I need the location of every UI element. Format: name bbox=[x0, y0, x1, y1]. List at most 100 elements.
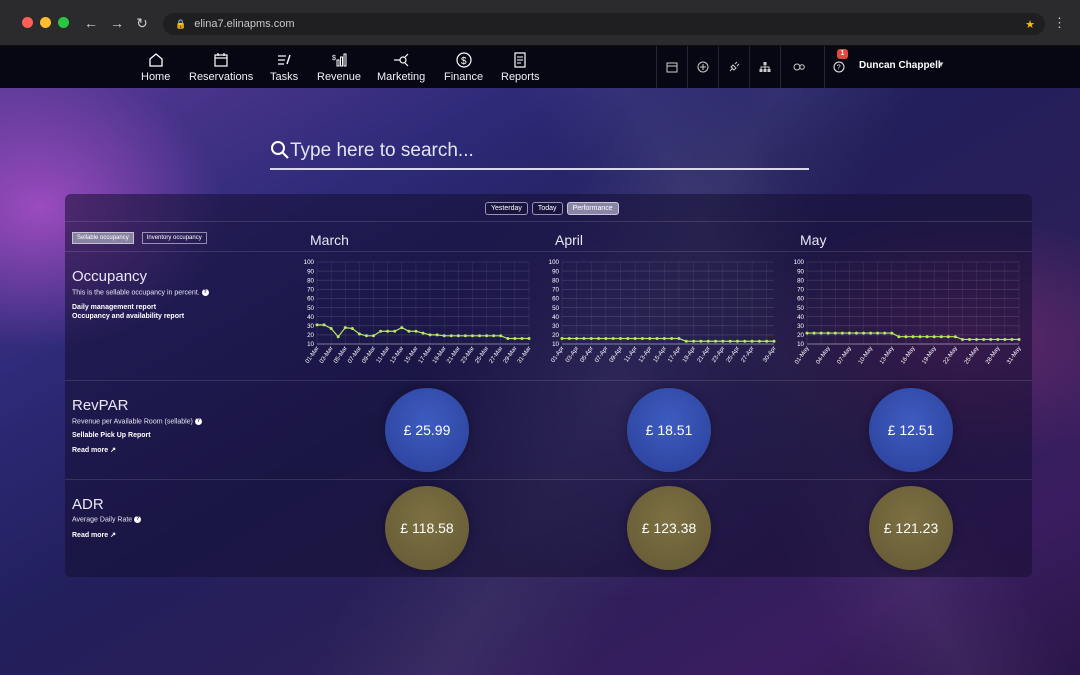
divider bbox=[65, 221, 1032, 222]
revpar-april-value: £ 18.51 bbox=[627, 388, 711, 472]
maximize-window-button[interactable] bbox=[58, 17, 69, 28]
x-tick-label: 11-Apr bbox=[624, 346, 639, 364]
data-point bbox=[1003, 337, 1007, 341]
y-tick-label: 60 bbox=[307, 296, 314, 303]
data-point bbox=[582, 337, 586, 341]
x-tick-label: 27-Apr bbox=[740, 346, 755, 364]
sellable-pickup-report-link[interactable]: Sellable Pick Up Report bbox=[72, 432, 151, 439]
caret-down-icon[interactable]: ▼ bbox=[937, 60, 945, 69]
tab-sellable-occupancy[interactable]: Sellable occupancy bbox=[72, 232, 134, 244]
adr-read-more-link[interactable]: Read more ↗ bbox=[72, 531, 116, 539]
data-point bbox=[826, 331, 830, 335]
tab-today[interactable]: Today bbox=[531, 202, 563, 215]
add-tool-button[interactable] bbox=[687, 46, 718, 88]
data-point bbox=[883, 331, 887, 335]
data-point bbox=[918, 335, 922, 339]
svg-text:$: $ bbox=[461, 56, 467, 67]
info-icon[interactable]: ? bbox=[201, 289, 209, 296]
occupancy-chart-may: 10 20 30 40 50 60 70 80 90 100 01-May 04-May 07-May 1… bbox=[794, 259, 1023, 366]
nav-item-reports[interactable]: Reports bbox=[501, 51, 540, 83]
data-point bbox=[982, 337, 986, 341]
nav-item-marketing[interactable]: Marketing bbox=[377, 51, 425, 83]
data-point bbox=[435, 333, 439, 337]
nav-label: Revenue bbox=[317, 71, 362, 83]
search-input[interactable] bbox=[290, 136, 800, 166]
minimize-window-button[interactable] bbox=[40, 17, 51, 28]
x-tick-label: 15-Apr bbox=[653, 346, 668, 364]
data-point bbox=[442, 334, 446, 338]
nav-item-home[interactable]: Home bbox=[141, 51, 170, 83]
toolbar-icons bbox=[656, 46, 817, 88]
data-point bbox=[728, 339, 732, 343]
hierarchy-tool-button[interactable] bbox=[749, 46, 780, 88]
daily-management-report-link[interactable]: Daily management report bbox=[72, 304, 156, 311]
data-point bbox=[721, 339, 725, 343]
x-tick-label: 09-Mar bbox=[361, 346, 377, 365]
calendar-icon bbox=[214, 53, 228, 67]
data-point bbox=[932, 335, 936, 339]
info-icon[interactable]: ? bbox=[194, 418, 202, 425]
plug-icon bbox=[729, 61, 740, 72]
data-point bbox=[833, 331, 837, 335]
browser-nav: ← → ↻ bbox=[84, 13, 148, 33]
y-tick-label: 80 bbox=[797, 277, 804, 284]
y-tick-label: 10 bbox=[797, 341, 804, 348]
y-tick-label: 10 bbox=[552, 341, 559, 348]
x-tick-label: 09-Apr bbox=[609, 346, 624, 364]
x-tick-label: 22-May bbox=[943, 346, 959, 366]
plugin-tool-button[interactable] bbox=[718, 46, 749, 88]
data-point bbox=[414, 329, 418, 333]
data-point bbox=[589, 337, 593, 341]
x-tick-label: 30-Apr bbox=[762, 346, 777, 364]
url-text: elina7.elinapms.com bbox=[194, 18, 295, 30]
nav-label: Reservations bbox=[189, 71, 254, 83]
nav-item-finance[interactable]: $ Finance bbox=[444, 51, 483, 83]
occupancy-chart-april: 10203040506070809010001-Apr 03-Apr 05-Apr 0… bbox=[549, 259, 778, 364]
tab-yesterday[interactable]: Yesterday bbox=[485, 202, 528, 215]
tab-performance[interactable]: Performance bbox=[566, 202, 619, 215]
settings-tool-button[interactable] bbox=[780, 46, 817, 88]
search-bar bbox=[270, 136, 809, 170]
x-tick-label: 19-May bbox=[921, 346, 937, 366]
data-point bbox=[1010, 337, 1014, 341]
x-tick-label: 01-Apr bbox=[550, 346, 565, 364]
data-point bbox=[989, 337, 993, 341]
x-tick-label: 31-May bbox=[1006, 346, 1022, 366]
data-point bbox=[626, 337, 630, 341]
info-icon[interactable]: ? bbox=[134, 516, 142, 523]
revpar-read-more-link[interactable]: Read more ↗ bbox=[72, 446, 116, 454]
x-tick-label: 13-May bbox=[879, 346, 895, 366]
data-point bbox=[862, 331, 866, 335]
y-tick-label: 50 bbox=[797, 305, 804, 312]
data-point bbox=[407, 329, 411, 333]
nav-item-revenue[interactable]: $ Revenue bbox=[317, 51, 361, 83]
reload-icon[interactable]: ↻ bbox=[136, 13, 148, 33]
browser-menu-icon[interactable]: ⋮ bbox=[1053, 14, 1066, 32]
home-icon bbox=[149, 53, 163, 67]
x-tick-label: 19-Apr bbox=[682, 346, 697, 364]
data-point bbox=[975, 337, 979, 341]
address-bar[interactable]: 🔒 elina7.elinapms.com ★ bbox=[163, 13, 1045, 35]
nav-item-tasks[interactable]: Tasks bbox=[270, 51, 298, 83]
y-tick-label: 50 bbox=[552, 305, 559, 312]
x-tick-label: 28-May bbox=[985, 346, 1001, 366]
lock-icon: 🔒 bbox=[175, 18, 187, 29]
tab-inventory-occupancy[interactable]: Inventory occupancy bbox=[141, 232, 207, 244]
back-arrow-icon[interactable]: ← bbox=[84, 13, 98, 33]
data-point bbox=[520, 337, 524, 341]
data-point bbox=[765, 339, 769, 343]
forward-arrow-icon[interactable]: → bbox=[110, 13, 124, 33]
gears-icon bbox=[793, 63, 805, 71]
occupancy-availability-report-link[interactable]: Occupancy and availability report bbox=[72, 313, 184, 320]
data-point bbox=[506, 337, 510, 341]
occupancy-series-line bbox=[562, 337, 774, 342]
data-point bbox=[428, 333, 432, 337]
bookmark-star-icon[interactable]: ★ bbox=[1025, 18, 1035, 31]
close-window-button[interactable] bbox=[22, 17, 33, 28]
user-menu[interactable]: Duncan Chappell bbox=[859, 60, 941, 71]
calendar-tool-button[interactable] bbox=[656, 46, 687, 88]
data-point bbox=[890, 331, 894, 335]
data-point bbox=[684, 339, 688, 343]
data-point bbox=[393, 329, 397, 333]
nav-item-reservations[interactable]: Reservations bbox=[189, 51, 253, 83]
